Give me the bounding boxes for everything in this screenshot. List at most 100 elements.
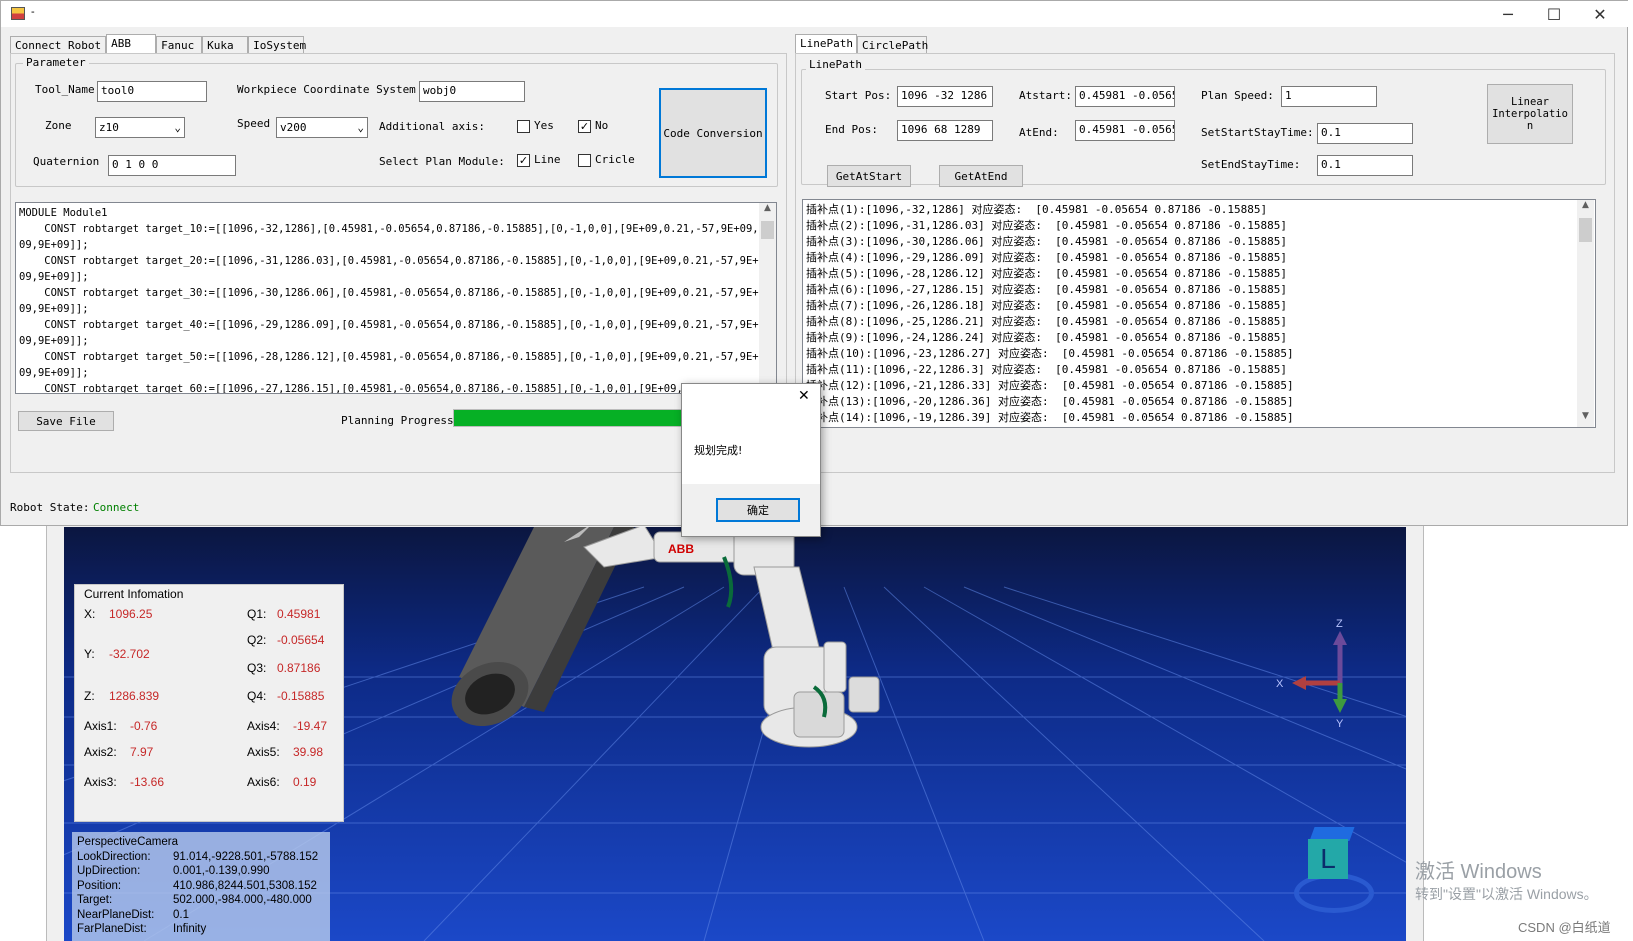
q4-value: -0.15885 (277, 689, 325, 703)
axis6-value: 0.19 (293, 775, 317, 789)
app-icon (11, 7, 25, 20)
x-label: X: (84, 607, 96, 621)
q4-label: Q4: (247, 689, 267, 703)
axis4-label: Axis4: (247, 719, 280, 733)
window-title: - (31, 6, 35, 18)
no-label: No (595, 119, 609, 132)
quaternion-input[interactable]: 0 1 0 0 (108, 155, 236, 176)
z-value: 1286.839 (109, 689, 160, 703)
start-stay-input[interactable]: 0.1 (1317, 123, 1413, 144)
speed-select-value: v200 (280, 121, 307, 134)
axis4-value: -19.47 (293, 719, 328, 733)
additional-axis-label: Additional axis: (379, 120, 485, 133)
no-checkbox[interactable]: ✓ (578, 120, 591, 133)
chevron-down-icon: ⌄ (174, 121, 181, 134)
q2-label: Q2: (247, 633, 267, 647)
axis2-label: Axis2: (84, 745, 117, 759)
axis2-value: 7.97 (130, 745, 154, 759)
end-stay-input[interactable]: 0.1 (1317, 155, 1413, 176)
zone-select-value: z10 (99, 121, 119, 134)
line-label: Line (534, 153, 561, 166)
tool-name-input[interactable]: tool0 (97, 81, 207, 102)
look-direction-label: LookDirection: (77, 850, 151, 863)
progress-fill (454, 410, 692, 426)
line-checkbox[interactable]: ✓ (517, 154, 530, 167)
tab-kuka[interactable]: Kuka (202, 36, 249, 54)
target-label: Target: (77, 894, 113, 906)
zone-select[interactable]: z10 ⌄ (95, 117, 185, 138)
linepath-legend: LinePath (806, 58, 865, 71)
tab-circlepath[interactable]: CirclePath (857, 36, 928, 54)
start-stay-label: SetStartStayTime: (1201, 126, 1314, 139)
view-cube[interactable]: L (1294, 823, 1374, 913)
code-conversion-button[interactable]: Code Conversion (659, 88, 767, 178)
axis-z-label: Z (1336, 619, 1343, 630)
near-plane-value: 0.1 (173, 908, 189, 921)
look-direction-value: 91.014,-9228.501,-5788.152 (173, 850, 319, 863)
atend-label: AtEnd: (1019, 126, 1059, 139)
left-tab-strip: Connect Robot ABB Fanuc Kuka IoSystem (10, 34, 306, 54)
minimize-button[interactable]: ─ (1485, 1, 1531, 27)
axis5-label: Axis5: (247, 745, 280, 759)
linear-interpolation-button[interactable]: Linear Interpolatio n (1487, 84, 1573, 144)
wobj-input[interactable]: wobj0 (419, 81, 525, 102)
end-pos-label: End Pos: (825, 123, 878, 136)
q3-value: 0.87186 (277, 661, 321, 675)
plan-speed-label: Plan Speed: (1201, 89, 1274, 102)
dialog-ok-button[interactable]: 确定 (716, 498, 800, 522)
scroll-down-icon[interactable]: ▼ (1577, 411, 1594, 421)
csdn-credit: CSDN @白纸道 (1518, 920, 1611, 935)
end-pos-input[interactable]: 1096 68 1289 (897, 120, 993, 141)
scroll-thumb[interactable] (1579, 218, 1592, 242)
atstart-input[interactable]: 0.45981 -0.05654 (1075, 86, 1175, 107)
atend-input[interactable]: 0.45981 -0.05654 (1075, 120, 1175, 141)
axis6-label: Axis6: (247, 775, 280, 789)
camera-title: PerspectiveCamera (77, 836, 178, 848)
target-value: 502.000,-984.000,-480.000 (173, 894, 312, 906)
axis1-value: -0.76 (130, 719, 158, 733)
close-button[interactable]: ✕ (1577, 1, 1623, 27)
output-scrollbar[interactable]: ▲ ▼ (1577, 200, 1594, 427)
zone-label: Zone (45, 119, 72, 132)
tab-linepath[interactable]: LinePath (795, 34, 857, 54)
scroll-up-icon[interactable]: ▲ (759, 203, 776, 213)
code-scrollbar[interactable]: ▲ (759, 203, 776, 393)
scroll-up-icon[interactable]: ▲ (1577, 200, 1594, 210)
planning-progress-bar (453, 409, 693, 427)
tab-abb[interactable]: ABB (106, 34, 157, 54)
x-value: 1096.25 (109, 607, 153, 621)
camera-info-panel: PerspectiveCamera LookDirection: 91.014,-… (72, 832, 330, 941)
far-plane-value: Infinity (173, 923, 207, 935)
rapid-code-textarea[interactable]: MODULE Module1 CONST robtarget target_10… (15, 202, 777, 394)
speed-select[interactable]: v200 ⌄ (276, 117, 368, 138)
interpolation-output[interactable]: 插补点(1):[1096,-32,1286] 对应姿态: [0.45981 -0… (802, 199, 1596, 428)
tab-connect-robot[interactable]: Connect Robot (10, 36, 107, 54)
wobj-label: Workpiece Coordinate System (237, 83, 416, 96)
watermark-line2: 转到"设置"以激活 Windows。 (1415, 886, 1598, 902)
axis3-value: -13.66 (130, 775, 165, 789)
start-pos-input[interactable]: 1096 -32 1286 (897, 86, 993, 107)
up-direction-label: UpDirection: (77, 865, 141, 877)
tab-iosystem[interactable]: IoSystem (248, 36, 306, 54)
cricle-checkbox[interactable] (578, 154, 591, 167)
get-at-start-button[interactable]: GetAtStart (827, 165, 911, 187)
dialog-message: 规划完成! (694, 444, 743, 457)
q3-label: Q3: (247, 661, 267, 675)
robot-state-value: Connect (93, 501, 140, 514)
view-cube-face: L (1308, 839, 1348, 879)
tool-name-label: Tool_Name (35, 83, 95, 96)
start-pos-label: Start Pos: (825, 89, 892, 102)
yes-checkbox[interactable] (517, 120, 530, 133)
dialog-close-icon[interactable]: ✕ (798, 388, 810, 404)
watermark-line1: 激活 Windows (1415, 861, 1542, 883)
plan-speed-input[interactable]: 1 (1281, 86, 1377, 107)
robot-brand-label: ABB (668, 542, 694, 556)
tab-fanuc[interactable]: Fanuc (156, 36, 203, 54)
near-plane-label: NearPlaneDist: (77, 908, 155, 921)
get-at-end-button[interactable]: GetAtEnd (939, 165, 1023, 187)
title-bar: - ─ ☐ ✕ (1, 1, 1629, 27)
scroll-thumb[interactable] (761, 221, 774, 239)
maximize-button[interactable]: ☐ (1531, 1, 1577, 27)
save-file-button[interactable]: Save File (18, 411, 114, 431)
chevron-down-icon: ⌄ (357, 121, 364, 134)
